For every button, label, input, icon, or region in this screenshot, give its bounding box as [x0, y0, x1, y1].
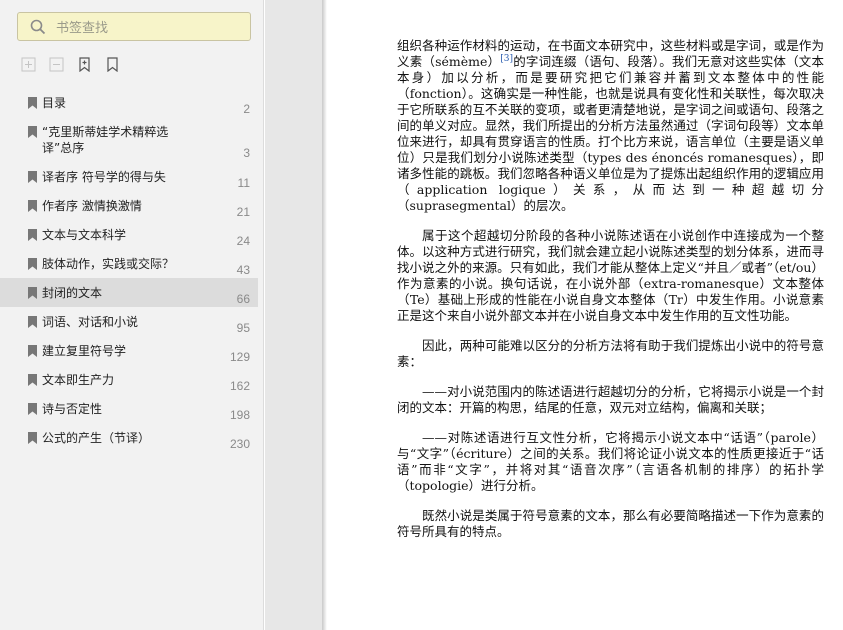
paragraph: ——对小说范围内的陈述语进行超越切分的分析，它将揭示小说是一个封闭的文本：开篇的…: [397, 384, 824, 415]
bookmark-icon: [28, 126, 37, 138]
page-gutter: [265, 0, 326, 630]
bookmark-icon: [28, 345, 37, 357]
toc-item-label: “克里斯蒂娃学术精粹选译”总序: [42, 125, 169, 155]
expand-all-button[interactable]: [20, 56, 37, 73]
search-icon: [30, 19, 46, 34]
bookmark-icon: [28, 229, 37, 241]
toc-item-label: 译者序 符号学的得与失: [42, 170, 166, 184]
toc-item-label: 作者序 激情换激情: [42, 199, 142, 213]
toc-item[interactable]: 译者序 符号学的得与失 11: [0, 162, 258, 191]
toc-item-label: 建立复里符号学: [42, 344, 127, 358]
toc-item[interactable]: 诗与否定性 198: [0, 394, 258, 423]
toc-item-selected[interactable]: 封闭的文本 66: [0, 278, 258, 307]
bookmark-icon: [28, 287, 37, 299]
toc-item[interactable]: 公式的产生（节译） 230: [0, 423, 258, 452]
paragraph: 组织各种运作材料的运动，在书面文本研究中，这些材料或是字词，或是作为义素（sém…: [397, 38, 824, 214]
toc-item-label: 文本即生产力: [42, 373, 115, 387]
toc-item-page: 43: [236, 263, 250, 277]
bookmark-button[interactable]: [104, 56, 121, 73]
bookmark-icon: [28, 403, 37, 415]
paragraph: 因此，两种可能难以区分的分析方法将有助于我们提炼出小说中的符号意素：: [397, 338, 824, 369]
toc-item[interactable]: 词语、对话和小说 95: [0, 307, 258, 336]
bookmark-icon: [28, 97, 37, 109]
toc-item-page: 129: [229, 350, 250, 364]
bookmark-search-box[interactable]: 书签查找: [17, 12, 251, 41]
toc-item[interactable]: 文本与文本科学 24: [0, 220, 258, 249]
bookmark-toolbar: [20, 56, 121, 74]
toc-item[interactable]: 文本即生产力 162: [0, 365, 258, 394]
toc-item[interactable]: 作者序 激情换激情 21: [0, 191, 258, 220]
search-input[interactable]: 书签查找: [56, 17, 108, 36]
collapse-all-button[interactable]: [48, 56, 65, 73]
toc-item-page: 95: [236, 321, 250, 335]
footnote-link[interactable]: [3]: [500, 54, 513, 64]
toc-item-label: 封闭的文本: [42, 286, 103, 300]
bookmark-icon: [28, 258, 37, 270]
toc-item-page: 2: [243, 102, 250, 116]
toc-item-label: 公式的产生（节译）: [42, 431, 151, 445]
toc-item-page: 230: [229, 437, 250, 451]
toc-item-label: 词语、对话和小说: [42, 315, 139, 329]
toc-item-page: 3: [243, 146, 250, 160]
document-page-text: 组织各种运作材料的运动，在书面文本研究中，这些材料或是字词，或是作为义素（sém…: [397, 38, 824, 554]
bookmark-icon: [28, 171, 37, 183]
bookmark-icon: [28, 432, 37, 444]
toc-item-page: 11: [237, 176, 250, 190]
paragraph-text: 的字词连缀（语句、段落）。我们无意对这些实体（文本本身）加以分析，而是要研究把它…: [397, 54, 824, 213]
toc-item-page: 198: [229, 408, 250, 422]
bookmark-sidebar: 书签查找 目录 2 “克里斯蒂娃学术精粹选译”总序 3 译者序 符号学的得与失 …: [0, 0, 264, 630]
toc-item[interactable]: 建立复里符号学 129: [0, 336, 258, 365]
paragraph: 既然小说是类属于符号意素的文本，那么有必要简略描述一下作为意素的符号所具有的特点…: [397, 508, 824, 539]
toc-item-label: 目录: [42, 96, 67, 110]
add-bookmark-icon: [79, 57, 90, 72]
page-shadow: [322, 0, 327, 630]
toc-item-page: 162: [229, 379, 250, 393]
bookmark-icon: [28, 374, 37, 386]
toc-item-label: 肢体动作，实践或交际？: [42, 257, 175, 271]
toc-item-page: 24: [236, 234, 250, 248]
expand-all-icon: [21, 57, 36, 72]
bookmark-icon: [107, 57, 118, 72]
bookmark-list: 目录 2 “克里斯蒂娃学术精粹选译”总序 3 译者序 符号学的得与失 11 作者…: [0, 88, 264, 452]
toc-item[interactable]: 肢体动作，实践或交际？ 43: [0, 249, 258, 278]
paragraph: ——对陈述语进行互文性分析，它将揭示小说文本中“话语”（parole）与“文字”…: [397, 430, 824, 493]
toc-item[interactable]: “克里斯蒂娃学术精粹选译”总序 3: [0, 117, 258, 162]
bookmark-icon: [28, 316, 37, 328]
toc-item[interactable]: 目录 2: [0, 88, 258, 117]
add-bookmark-button[interactable]: [76, 56, 93, 73]
collapse-all-icon: [49, 57, 64, 72]
toc-item-label: 诗与否定性: [42, 402, 103, 416]
paragraph: 属于这个超越切分阶段的各种小说陈述语在小说创作中连接成为一个整体。以这种方式进行…: [397, 228, 824, 323]
toc-item-page: 66: [236, 292, 250, 306]
toc-item-page: 21: [236, 205, 250, 219]
toc-item-label: 文本与文本科学: [42, 228, 127, 242]
bookmark-icon: [28, 200, 37, 212]
